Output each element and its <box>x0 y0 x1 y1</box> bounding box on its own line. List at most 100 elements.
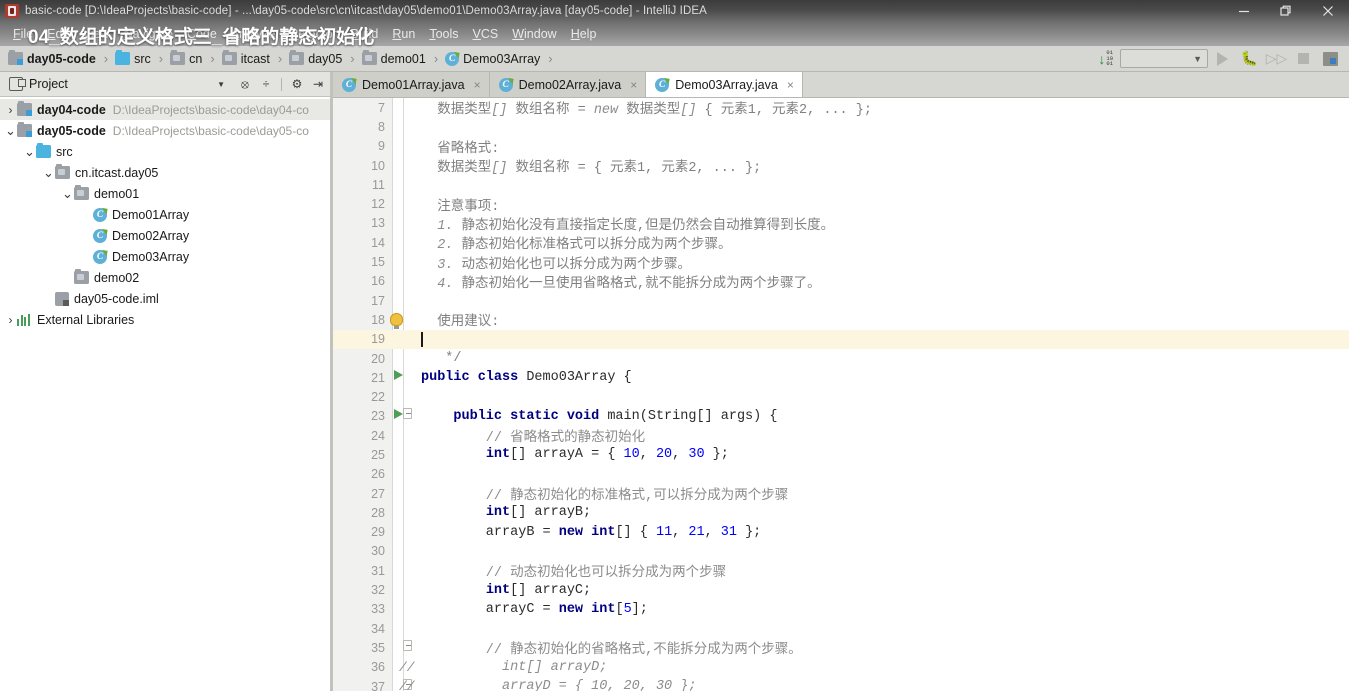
run-configuration-selector[interactable]: ▼ <box>1120 49 1208 68</box>
tree-node-src[interactable]: ⌄ src <box>0 141 330 162</box>
run-button[interactable] <box>1210 48 1235 70</box>
tree-node-day05-code[interactable]: ⌄ day05-code D:\IdeaProjects\basic-code\da… <box>0 120 330 141</box>
code-fold-icon[interactable] <box>399 639 415 656</box>
code-line[interactable]: 25 int[] arrayA = { 10, 20, 30 }; <box>333 445 1349 464</box>
close-icon[interactable]: × <box>630 78 637 92</box>
menu-item-tools[interactable]: Tools <box>422 25 465 43</box>
tree-node-cn-itcast-day05[interactable]: ⌄ cn.itcast.day05 <box>0 162 330 183</box>
stop-button[interactable] <box>1291 48 1316 70</box>
locate-icon[interactable]: ⦻ <box>237 76 253 92</box>
code-line[interactable]: 30 <box>333 542 1349 561</box>
code-line[interactable]: 28 int[] arrayB; <box>333 503 1349 522</box>
breadcrumb-item-itcast[interactable]: itcast <box>220 46 272 72</box>
code-token: [ <box>615 601 624 617</box>
close-icon[interactable] <box>1307 0 1349 22</box>
download-binary-icon[interactable]: ↓ 01 10 01 <box>1093 50 1118 67</box>
code-editor[interactable]: 7 数据类型[] 数组名称 = new 数据类型[] { 元素1, 元素2, .… <box>333 98 1349 691</box>
menu-item-vcs[interactable]: VCS <box>466 25 506 43</box>
tree-node-demo01[interactable]: ⌄ demo01 <box>0 183 330 204</box>
line-number: 24 <box>371 428 385 443</box>
chevron-down-icon[interactable]: ▼ <box>217 80 229 89</box>
menu-item-analyze[interactable]: Analyze <box>224 25 282 43</box>
tree-node-demo02[interactable]: demo02 <box>0 267 330 288</box>
chevron-down-icon[interactable]: ⌄ <box>42 165 55 181</box>
code-line[interactable]: 13 1. 静态初始化没有直接指定长度,但是仍然会自动推算得到长度。 <box>333 214 1349 234</box>
run-with-coverage-button[interactable]: ▷▷ <box>1264 48 1289 70</box>
tree-node-demo03array[interactable]: C Demo03Array <box>0 246 330 267</box>
code-line[interactable]: 9 省略格式: <box>333 137 1349 157</box>
code-line[interactable]: 36 // int[] arrayD; <box>333 658 1349 677</box>
breadcrumb-item-src[interactable]: src <box>113 46 153 72</box>
editor-tab-demo01array-java[interactable]: C Demo01Array.java × <box>333 72 490 97</box>
menu-item-edit[interactable]: Edit <box>40 25 76 43</box>
code-line[interactable]: 19 <box>333 329 1349 349</box>
code-line[interactable]: 12 注意事项: <box>333 194 1349 215</box>
menu-item-help[interactable]: Help <box>564 25 604 43</box>
breadcrumb-item-cn[interactable]: cn <box>168 46 204 72</box>
chevron-down-icon[interactable]: ⌄ <box>61 186 74 202</box>
settings-gear-icon[interactable]: ⚙ <box>289 76 305 92</box>
menu-item-code[interactable]: Code <box>180 25 224 43</box>
layout-button[interactable] <box>1318 48 1343 70</box>
breadcrumb-item-day05-code[interactable]: day05-code <box>6 46 98 72</box>
run-gutter-icon[interactable] <box>390 370 406 385</box>
code-line[interactable]: 31 // 动态初始化也可以拆分成为两个步骤 <box>333 561 1349 582</box>
code-line[interactable]: 35 // 静态初始化的省略格式,不能拆分成为两个步骤。 <box>333 638 1349 658</box>
menu-item-window[interactable]: Window <box>505 25 563 43</box>
code-token: , <box>639 447 656 463</box>
code-line[interactable]: 8 <box>333 117 1349 136</box>
chevron-right-icon[interactable]: › <box>4 313 17 327</box>
chevron-down-icon[interactable]: ⌄ <box>4 123 17 139</box>
menu-item-refactor[interactable]: Refactor <box>282 25 343 43</box>
breadcrumb-item-demo01[interactable]: demo01 <box>360 46 428 72</box>
menu-item-navigate[interactable]: Navigate <box>117 25 180 43</box>
code-line[interactable]: 32 int[] arrayC; <box>333 580 1349 599</box>
restore-icon[interactable] <box>1265 0 1307 22</box>
breadcrumb-item-demo03array[interactable]: C Demo03Array <box>443 46 542 72</box>
hide-panel-icon[interactable]: ⇥ <box>310 76 326 92</box>
code-line[interactable]: 10 数据类型[] 数组名称 = { 元素1, 元素2, ... }; <box>333 156 1349 177</box>
breadcrumb-item-day05[interactable]: day05 <box>287 46 344 72</box>
tree-node-day05-code-iml[interactable]: day05-code.iml <box>0 288 330 309</box>
code-line[interactable]: 16 4. 静态初始化一旦使用省略格式,就不能拆分成为两个步骤了。 <box>333 272 1349 292</box>
code-line[interactable]: 29 arrayB = new int[] { 11, 21, 31 }; <box>333 523 1349 542</box>
code-line[interactable]: 34 <box>333 619 1349 638</box>
close-icon[interactable]: × <box>787 78 794 92</box>
menu-item-view[interactable]: View <box>76 25 117 43</box>
tree-node-external-libraries[interactable]: › External Libraries <box>0 309 330 330</box>
minimize-icon[interactable] <box>1223 0 1265 22</box>
menu-item-build[interactable]: Build <box>344 25 386 43</box>
code-line[interactable]: 21 public class Demo03Array { <box>333 368 1349 387</box>
code-line[interactable]: 33 arrayC = new int[5]; <box>333 600 1349 619</box>
menu-item-file[interactable]: File <box>6 25 40 43</box>
menu-item-run[interactable]: Run <box>385 25 422 43</box>
code-line[interactable]: 17 <box>333 291 1349 310</box>
code-line[interactable]: 37 // arrayD = { 10, 20, 30 }; <box>333 677 1349 691</box>
project-tree[interactable]: › day04-code D:\IdeaProjects\basic-code\da… <box>0 97 330 691</box>
tree-node-day04-code[interactable]: › day04-code D:\IdeaProjects\basic-code\da… <box>0 99 330 120</box>
code-fold-icon[interactable] <box>399 408 415 424</box>
code-line[interactable]: 23 public static void main(String[] args… <box>333 407 1349 426</box>
code-line[interactable]: 27 // 静态初始化的标准格式,可以拆分成为两个步骤 <box>333 484 1349 505</box>
collapse-all-icon[interactable]: ÷ <box>258 76 274 92</box>
code-line[interactable]: 7 数据类型[] 数组名称 = new 数据类型[] { 元素1, 元素2, .… <box>333 98 1349 119</box>
close-icon[interactable]: × <box>474 78 481 92</box>
line-number: 21 <box>371 370 385 385</box>
debug-button[interactable]: 🐛 <box>1237 48 1262 70</box>
code-line[interactable]: 20 */ <box>333 349 1349 368</box>
java-class-icon: C <box>93 207 107 222</box>
code-line[interactable]: 24 // 省略格式的静态初始化 <box>333 426 1349 447</box>
code-line[interactable]: 26 <box>333 465 1349 484</box>
code-line[interactable]: 14 2. 静态初始化标准格式可以拆分成为两个步骤。 <box>333 233 1349 254</box>
tree-node-demo01array[interactable]: C Demo01Array <box>0 204 330 225</box>
code-line[interactable]: 11 <box>333 175 1349 194</box>
chevron-down-icon[interactable]: ⌄ <box>23 144 36 160</box>
editor-tab-demo03array-java[interactable]: C Demo03Array.java × <box>646 72 803 97</box>
code-line[interactable]: 15 3. 动态初始化也可以拆分成为两个步骤。 <box>333 252 1349 273</box>
intention-bulb-icon[interactable] <box>390 313 403 330</box>
code-line[interactable]: 22 <box>333 387 1349 406</box>
code-line[interactable]: 18 使用建议: <box>333 310 1349 331</box>
chevron-right-icon[interactable]: › <box>4 103 17 117</box>
tree-node-demo02array[interactable]: C Demo02Array <box>0 225 330 246</box>
editor-tab-demo02array-java[interactable]: C Demo02Array.java × <box>489 72 647 97</box>
